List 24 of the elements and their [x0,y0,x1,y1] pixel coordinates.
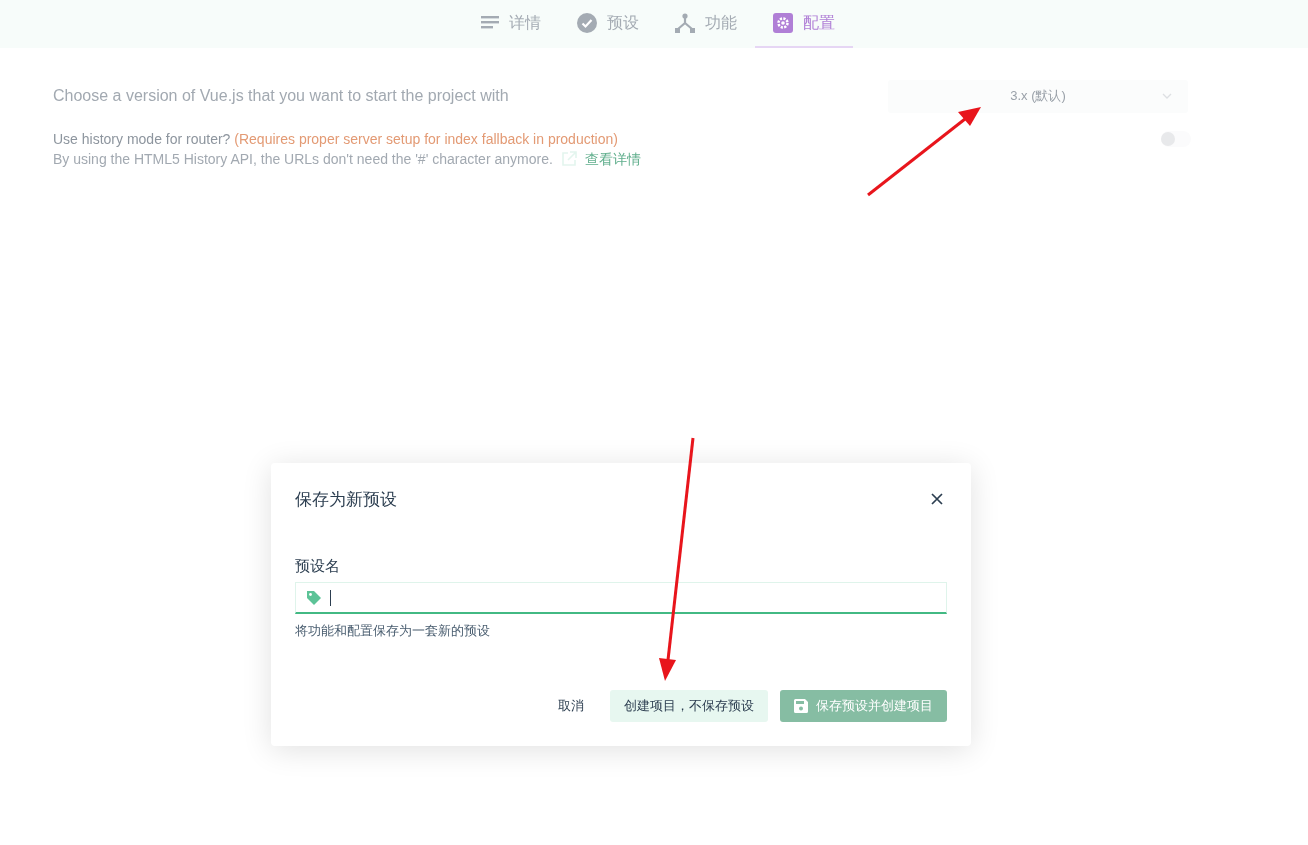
gear-icon [773,13,793,33]
close-icon [931,493,943,505]
setting-description: By using the HTML5 History API, the URLs don't need the '#' character anymore. [53,150,553,169]
list-icon [481,15,499,31]
tab[interactable]: 详情 [463,0,559,48]
help-text: 将功能和配置保存为一套新的预设 [295,622,490,640]
setting-label: Use history mode for router? [53,131,231,147]
tab[interactable]: 配置 [755,0,853,48]
fork-icon [675,13,695,33]
dialog-title: 保存为新预设 [295,488,397,511]
details-link[interactable]: 查看详情 [584,149,641,169]
tag-icon [306,589,322,606]
preset-name-field[interactable] [295,582,947,614]
create-button[interactable]: 创建项目，不保存预设 [610,690,768,722]
tab[interactable]: 功能 [657,0,755,48]
warning-text: (Requires proper server setup for index fallback in production) [234,131,618,147]
cancel-button[interactable]: 取消 [544,690,598,722]
version-dropdown[interactable]: 3.x (默认) [888,79,1188,113]
tab[interactable]: 预设 [559,0,657,48]
setting-label: Choose a version of Vue.js that you want to start the project with [53,87,509,105]
check-circle-icon [577,13,597,33]
field-label: 预设名 [295,557,340,576]
external-link-icon [560,151,577,167]
chevron-down-icon [1162,93,1172,99]
